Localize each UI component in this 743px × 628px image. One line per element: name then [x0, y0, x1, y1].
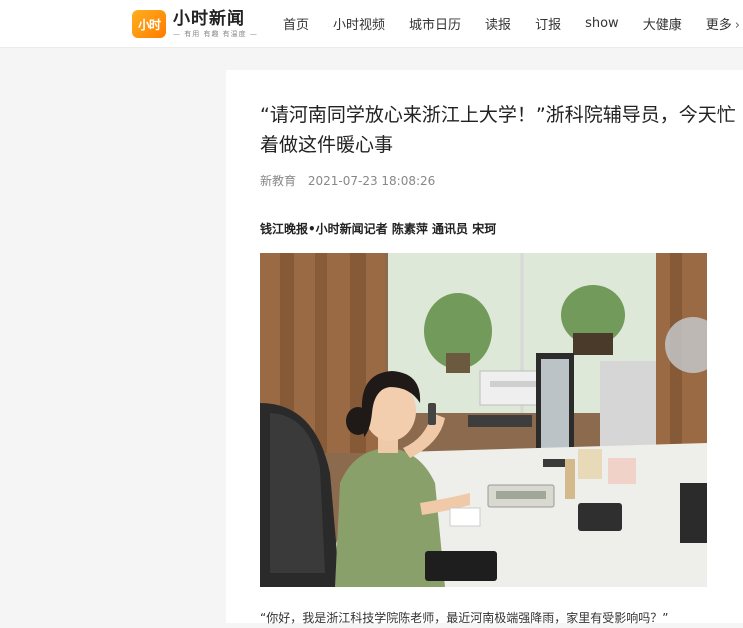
article-paragraph: “你好，我是浙江科技学院陈老师，最近河南极端强降雨，家里有受影响吗？” [260, 611, 669, 625]
site-logo[interactable]: 小时 小时新闻 — 有用 有趣 有温度 — [132, 8, 258, 40]
logo-name: 小时新闻 [173, 8, 245, 29]
nav-item-show[interactable]: show [573, 16, 631, 31]
photo-illustration [260, 253, 707, 587]
logo-mark: 小时 [132, 10, 166, 38]
article-title: “请河南同学放心来浙江上大学！”浙科院辅导员，今天忙着做这件暖心事 [260, 104, 736, 156]
nav-item-subscribe[interactable]: 订报 [523, 14, 573, 33]
nav-item-home[interactable]: 首页 [271, 14, 321, 33]
article-datetime: 2021-07-23 18:08:26 [307, 174, 436, 188]
nav-item-videos[interactable]: 小时视频 [321, 14, 397, 33]
main-nav: 首页 小时视频 城市日历 读报 订报 show 大健康 更多 › [271, 0, 743, 46]
chevron-right-icon: › [734, 17, 740, 33]
logo-text: 小时新闻 — 有用 有趣 有温度 — [173, 8, 258, 39]
logo-slogan: — 有用 有趣 有温度 — [173, 29, 258, 38]
nav-more-label: 更多 [705, 17, 732, 33]
nav-item-more[interactable]: 更多 › [694, 14, 743, 33]
article-photo [260, 253, 707, 587]
article-byline: 钱江晚报•小时新闻记者 陈素萍 通讯员 宋珂 [260, 222, 497, 236]
article-container: “请河南同学放心来浙江上大学！”浙科院辅导员，今天忙着做这件暖心事 新教育 20… [226, 70, 743, 625]
article-meta: 新教育 2021-07-23 18:08:26 [260, 172, 435, 189]
top-header: 小时 小时新闻 — 有用 有趣 有温度 — 首页 小时视频 城市日历 读报 订报… [0, 0, 743, 48]
article-source[interactable]: 新教育 [260, 174, 296, 188]
nav-item-read-paper[interactable]: 读报 [473, 14, 523, 33]
nav-item-health[interactable]: 大健康 [631, 14, 694, 33]
nav-item-city-calendar[interactable]: 城市日历 [397, 14, 473, 33]
